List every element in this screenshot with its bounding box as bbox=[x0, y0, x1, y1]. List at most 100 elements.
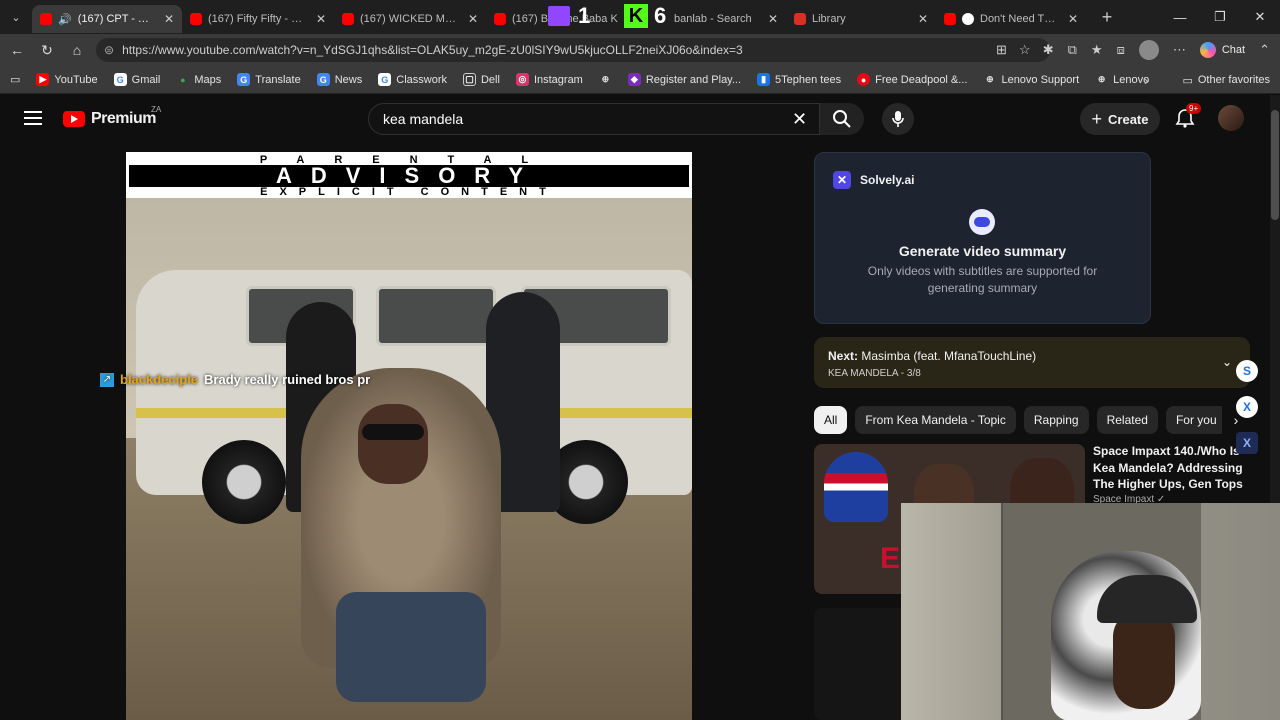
maps-pin-icon: ● bbox=[180, 74, 186, 85]
bookmarks-bar: ▭ ▶ YouTube G Gmail ● Maps G Translate G News… bbox=[0, 66, 1280, 94]
news-icon: G bbox=[316, 73, 330, 86]
bookmark-classwork[interactable]: G Classwork bbox=[370, 73, 455, 86]
bookmark-dell[interactable]: ▢ Dell bbox=[455, 73, 508, 86]
favorites-icon[interactable]: ★ bbox=[1091, 42, 1103, 58]
bookmark-translate[interactable]: G Translate bbox=[229, 73, 308, 86]
playlist-position: KEA MANDELA - 3/8 bbox=[828, 368, 921, 379]
notification-count-badge: 9+ bbox=[1186, 103, 1202, 114]
tab-close-icon[interactable]: ✕ bbox=[316, 12, 326, 26]
parental-advisory-label: PARENTAL ADVISORY EXPLICIT CONTENT bbox=[126, 152, 692, 198]
extensions-icon[interactable]: ✱ bbox=[1043, 42, 1054, 58]
chip-all[interactable]: All bbox=[814, 406, 848, 434]
next-label: Next: Masimba (feat. MfanaTouchLine) bbox=[828, 349, 1036, 363]
filter-chips: All From Kea Mandela - Topic Rapping Rel… bbox=[814, 406, 1250, 434]
solvely-logo-icon: ✕ bbox=[833, 171, 851, 189]
youtube-premium-logo[interactable]: Premium bbox=[63, 110, 156, 128]
chevron-down-icon[interactable]: ⌄ bbox=[1222, 355, 1232, 369]
clear-search-icon[interactable]: ✕ bbox=[792, 109, 807, 130]
bookmark-instagram[interactable]: ◎ Instagram bbox=[508, 73, 591, 86]
home-icon[interactable]: ⌂ bbox=[62, 34, 92, 66]
browser-tab[interactable]: Library ✕ bbox=[786, 5, 936, 33]
tab-close-icon[interactable]: ✕ bbox=[164, 12, 174, 26]
bookmark-maps[interactable]: ● Maps bbox=[168, 73, 229, 86]
hamburger-menu-icon[interactable] bbox=[24, 111, 42, 125]
overlay-counter-6: 6 bbox=[654, 3, 667, 28]
extension-x-icon[interactable]: X bbox=[1236, 396, 1258, 418]
browser-tab[interactable]: Don't Need That - ✕ bbox=[936, 5, 1086, 33]
chip-rapping[interactable]: Rapping bbox=[1023, 406, 1089, 434]
tab-title: (167) Fifty Fifty - Cupid bbox=[208, 13, 306, 25]
bookmark-gmail[interactable]: G Gmail bbox=[106, 73, 169, 86]
bookmarks-overflow-chevron-icon[interactable]: › bbox=[1144, 66, 1148, 94]
bookmark-5tephen[interactable]: ▮ 5Tephen tees bbox=[749, 73, 849, 86]
album-art-jeans bbox=[336, 592, 486, 702]
bookmark-register[interactable]: ◆ Register and Play... bbox=[620, 73, 749, 86]
minimize-icon[interactable]: — bbox=[1160, 0, 1200, 34]
collections-icon[interactable]: ⧈ bbox=[1117, 42, 1125, 58]
sidebar-toggle-icon[interactable]: ⌃ bbox=[1259, 42, 1270, 58]
bookmark-deadpool[interactable]: ● Free Deadpool &... bbox=[849, 73, 975, 86]
favorite-star-icon[interactable]: ☆ bbox=[1019, 42, 1031, 58]
apps-icon[interactable]: ⊞ bbox=[996, 42, 1007, 58]
generate-summary-button[interactable]: Generate video summary bbox=[815, 243, 1150, 259]
bookmark-youtube[interactable]: ▶ YouTube bbox=[28, 73, 105, 86]
chat-label: Chat bbox=[1221, 44, 1246, 56]
copilot-chat-button[interactable]: Chat bbox=[1199, 42, 1246, 58]
split-screen-icon[interactable]: ⧉ bbox=[1068, 42, 1077, 58]
tab-close-icon[interactable]: ✕ bbox=[918, 12, 928, 26]
tab-title: (167) WICKED MAN (M bbox=[360, 13, 458, 25]
voice-search-button[interactable] bbox=[882, 103, 914, 135]
scrollbar-thumb[interactable] bbox=[1271, 110, 1279, 220]
address-bar[interactable]: ⊜ https://www.youtube.com/watch?v=n_YdSG… bbox=[96, 38, 1050, 62]
close-window-icon[interactable]: ✕ bbox=[1240, 0, 1280, 34]
browser-tab-active[interactable]: 🔊 (167) CPT - YouTube ✕ bbox=[32, 5, 182, 33]
search-input[interactable]: kea mandela bbox=[368, 103, 820, 135]
site-info-icon[interactable]: ⊜ bbox=[104, 43, 114, 57]
solvely-summary-panel: ✕ Solvely.ai Generate video summary Only… bbox=[814, 152, 1151, 324]
extension-s-icon[interactable]: S bbox=[1236, 360, 1258, 382]
tab-close-icon[interactable]: ✕ bbox=[768, 12, 778, 26]
speaker-icon[interactable]: 🔊 bbox=[58, 13, 72, 26]
folder-icon: ▢ bbox=[462, 73, 476, 86]
plus-icon: + bbox=[1091, 108, 1103, 129]
translate-icon: G bbox=[237, 73, 251, 86]
kick-logo-icon: K bbox=[624, 4, 648, 28]
tab-actions-menu-icon[interactable]: ⌄ bbox=[0, 0, 32, 34]
reload-icon[interactable]: ↻ bbox=[32, 34, 62, 66]
video-player[interactable]: PARENTAL ADVISORY EXPLICIT CONTENT bbox=[126, 152, 692, 720]
search-query: kea mandela bbox=[383, 111, 464, 127]
create-label: Create bbox=[1108, 111, 1149, 127]
create-button[interactable]: + Create bbox=[1080, 103, 1160, 135]
browser-tab[interactable]: (167) Fifty Fifty - Cupid ✕ bbox=[182, 5, 334, 33]
chip-from-kea-mandela[interactable]: From Kea Mandela - Topic bbox=[855, 406, 1016, 434]
tab-close-icon[interactable]: ✕ bbox=[1068, 12, 1078, 26]
chip-related[interactable]: Related bbox=[1096, 406, 1158, 434]
bookmark-label: Maps bbox=[194, 73, 222, 86]
back-icon[interactable]: ← bbox=[2, 34, 32, 66]
bookmark-globe[interactable]: ⊕ bbox=[591, 73, 620, 86]
browser-tab[interactable]: (167) WICKED MAN (M ✕ bbox=[334, 5, 486, 33]
chip-for-you[interactable]: For you bbox=[1165, 406, 1227, 434]
account-avatar[interactable] bbox=[1218, 105, 1244, 131]
new-tab-icon[interactable]: + bbox=[1092, 7, 1122, 28]
bookmark-news[interactable]: G News bbox=[309, 73, 371, 86]
more-menu-icon[interactable]: ⋯ bbox=[1173, 42, 1186, 58]
thumb-person-flag-hat bbox=[824, 452, 888, 522]
bookmark-lenovo-support[interactable]: ⊕ Lenovo Support bbox=[975, 73, 1087, 86]
address-bar-actions: ⊞ ☆ bbox=[996, 38, 1031, 62]
youtube-favicon-icon bbox=[190, 13, 202, 25]
playlist-next-bar[interactable]: Next: Masimba (feat. MfanaTouchLine) KEA… bbox=[814, 337, 1250, 388]
bookmarks-menu-icon[interactable]: ▭ bbox=[0, 73, 28, 86]
solvely-side-icon[interactable]: X bbox=[1236, 432, 1258, 454]
profile-avatar[interactable] bbox=[1138, 40, 1159, 60]
chat-badge-icon: ↗ bbox=[100, 372, 114, 387]
search-button[interactable] bbox=[820, 103, 864, 135]
youtube-header: Premium ZA kea mandela ✕ + Create 9+ bbox=[0, 95, 1270, 143]
bookmark-label: Gmail bbox=[131, 73, 161, 86]
restore-icon[interactable]: ❐ bbox=[1200, 0, 1240, 34]
tab-close-icon[interactable]: ✕ bbox=[468, 12, 478, 26]
other-favorites[interactable]: ▭ Other favorites bbox=[1182, 66, 1270, 94]
globe-icon: ⊕ bbox=[986, 74, 994, 84]
instagram-icon: ◎ bbox=[515, 73, 529, 86]
bookmark-label: 5Tephen tees bbox=[775, 73, 842, 86]
